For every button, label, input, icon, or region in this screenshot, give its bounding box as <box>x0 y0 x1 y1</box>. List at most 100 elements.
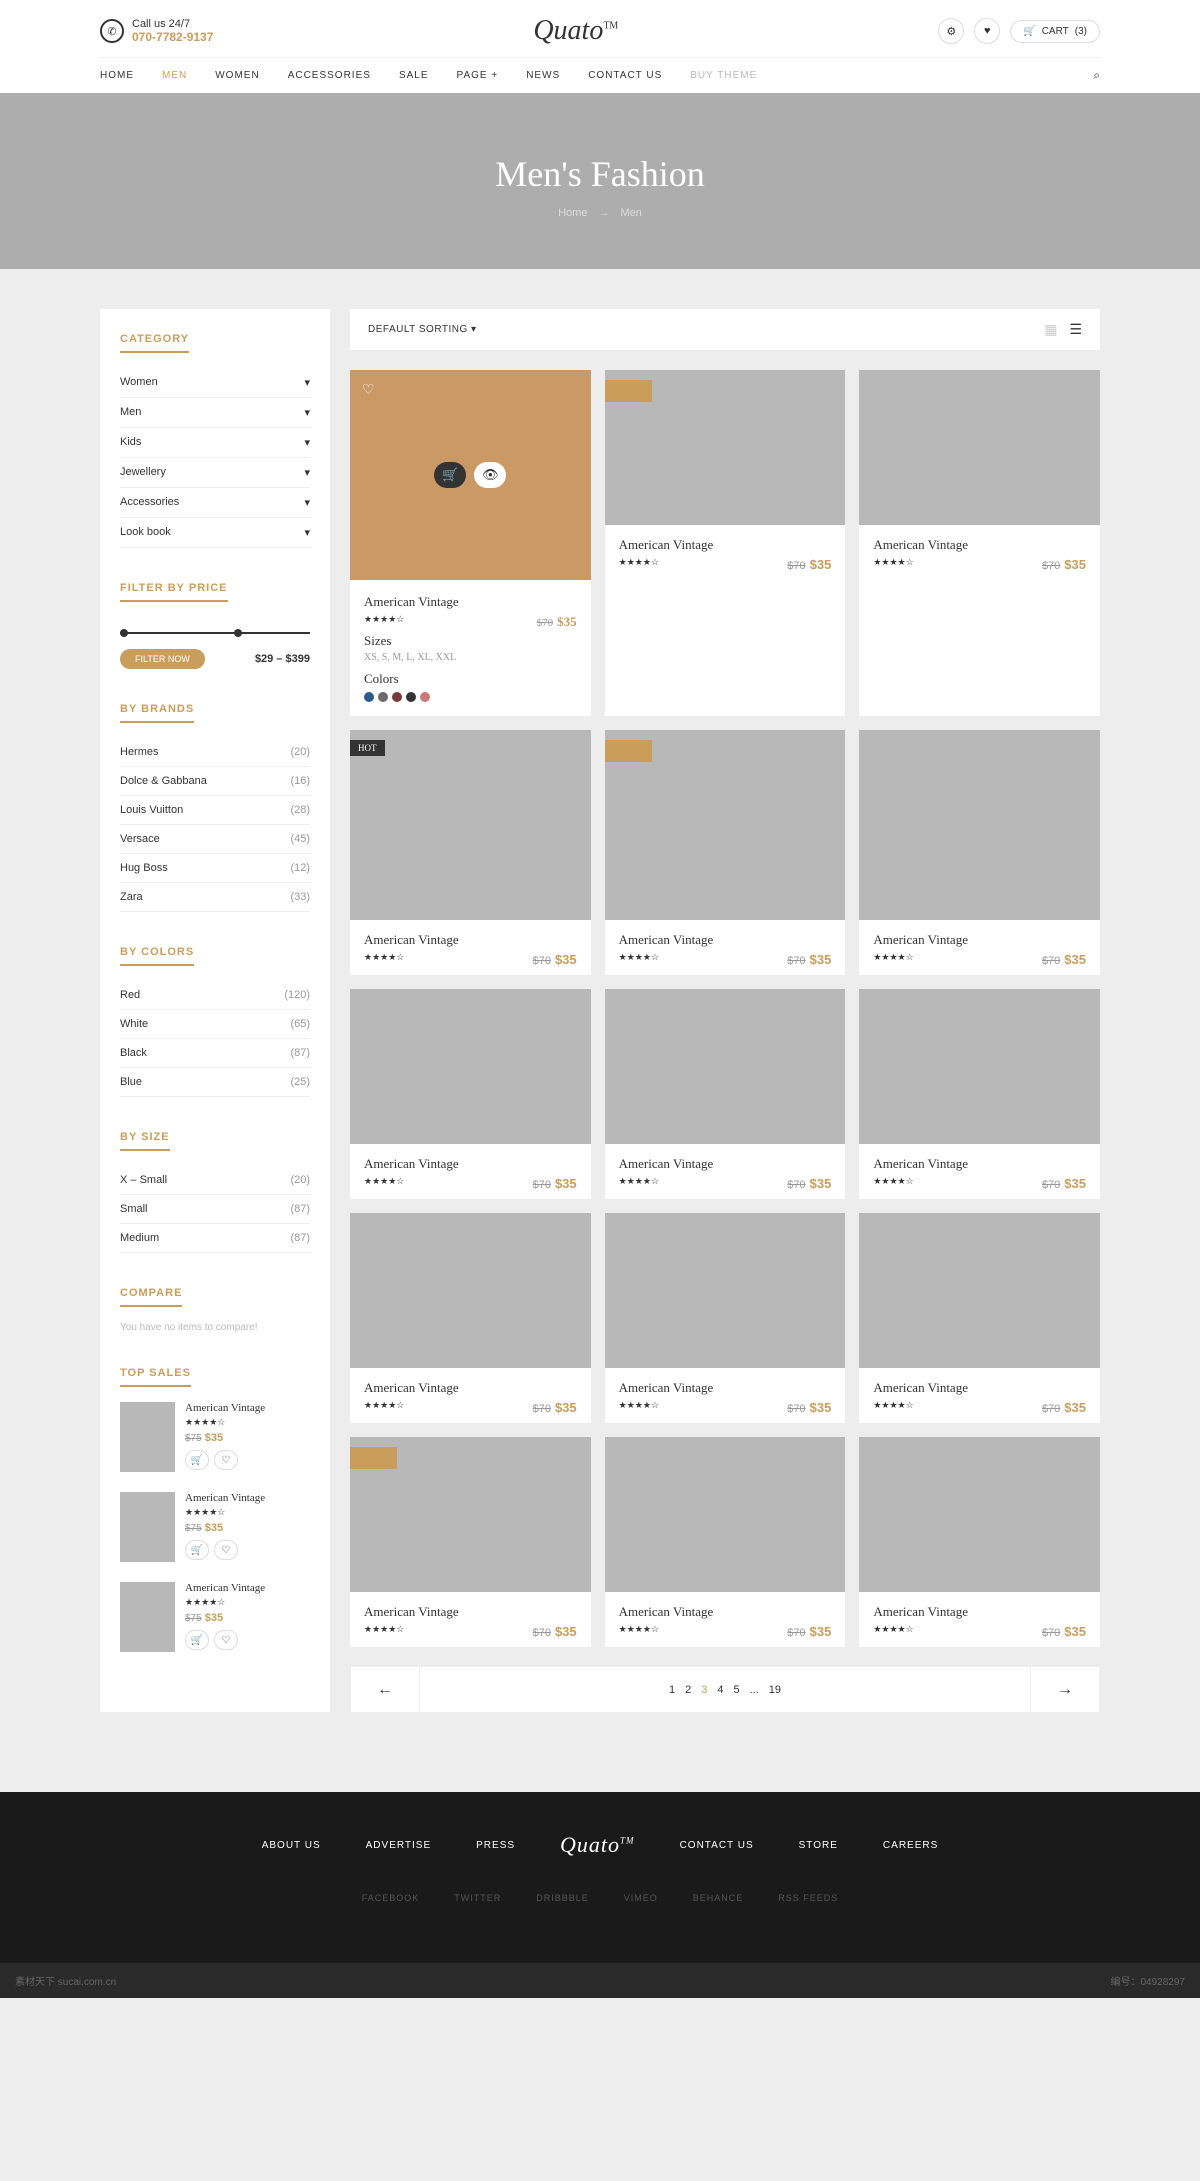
nav-accessories[interactable]: ACCESSORIES <box>288 70 371 81</box>
category-item[interactable]: Look book▾ <box>120 518 310 548</box>
product-card[interactable]: American Vintage ★★★★☆ $70$35 <box>859 730 1100 975</box>
page-number[interactable]: 5 <box>733 1684 739 1696</box>
category-item[interactable]: Women▾ <box>120 368 310 398</box>
size-filter[interactable]: Small(87) <box>120 1195 310 1224</box>
brand-filter[interactable]: Hermes(20) <box>120 738 310 767</box>
nav-women[interactable]: WOMEN <box>215 70 259 81</box>
price-slider[interactable] <box>120 632 310 634</box>
wishlist-icon[interactable]: ♥ <box>974 18 1000 44</box>
product-card[interactable]: HOT American Vintage ★★★★☆ $70$35 <box>350 730 591 975</box>
top-sale-item[interactable]: American Vintage ★★★★☆ $75 $35 🛒 ♡ <box>120 1492 310 1562</box>
footer-store[interactable]: STORE <box>799 1840 838 1851</box>
page-number[interactable]: ... <box>750 1684 759 1696</box>
footer-careers[interactable]: CAREERS <box>883 1840 938 1851</box>
size-filter[interactable]: X – Small(20) <box>120 1166 310 1195</box>
product-card[interactable]: NEW American Vintage ★★★★☆ $70$35 <box>605 730 846 975</box>
top-sale-image <box>120 1492 175 1562</box>
social-link[interactable]: BEHANCE <box>693 1893 744 1903</box>
heart-icon[interactable]: ♡ <box>362 382 375 399</box>
brand-filter[interactable]: Dolce & Gabbana(16) <box>120 767 310 796</box>
category-title: CATEGORY <box>120 333 189 353</box>
nav-sale[interactable]: SALE <box>399 70 429 81</box>
color-filter[interactable]: Red(120) <box>120 981 310 1010</box>
product-card[interactable]: American Vintage ★★★★☆ $70$35 <box>605 1437 846 1647</box>
size-filter[interactable]: Medium(87) <box>120 1224 310 1253</box>
category-item[interactable]: Jewellery▾ <box>120 458 310 488</box>
add-cart-icon[interactable]: 🛒 <box>185 1630 209 1650</box>
product-card[interactable]: American Vintage ★★★★☆ $70$35 <box>859 989 1100 1199</box>
category-item[interactable]: Kids▾ <box>120 428 310 458</box>
category-item[interactable]: Men▾ <box>120 398 310 428</box>
phone-number[interactable]: 070-7782-9137 <box>132 30 213 44</box>
top-sale-image <box>120 1582 175 1652</box>
search-icon[interactable]: ⌕ <box>1093 68 1100 83</box>
add-cart-icon[interactable]: 🛒 <box>185 1540 209 1560</box>
social-link[interactable]: DRIBBBLE <box>536 1893 589 1903</box>
product-card[interactable]: American Vintage ★★★★☆ $70$35 <box>350 1213 591 1423</box>
product-card[interactable]: American Vintage ★★★★☆ $70$35 <box>605 1213 846 1423</box>
brand-filter[interactable]: Zara(33) <box>120 883 310 912</box>
nav-men[interactable]: MEN <box>162 70 187 81</box>
product-card[interactable]: American Vintage ★★★★☆ $70$35 <box>859 1437 1100 1647</box>
footer-logo[interactable]: QuatoTM <box>560 1832 635 1858</box>
filter-button[interactable]: FILTER NOW <box>120 649 205 669</box>
nav-buy-theme[interactable]: BUY THEME <box>690 70 757 81</box>
footer-contact[interactable]: CONTACT US <box>680 1840 754 1851</box>
color-filter[interactable]: Black(87) <box>120 1039 310 1068</box>
social-link[interactable]: RSS FEEDS <box>778 1893 838 1903</box>
product-card[interactable]: NEW American Vintage ★★★★☆ $70$35 <box>350 1437 591 1647</box>
list-view-icon[interactable]: ☰ <box>1069 321 1082 338</box>
add-cart-icon[interactable]: 🛒 <box>185 1450 209 1470</box>
wishlist-icon[interactable]: ♡ <box>214 1630 238 1650</box>
price-filter-title: FILTER BY PRICE <box>120 582 228 602</box>
next-page[interactable]: → <box>1030 1667 1100 1712</box>
footer-press[interactable]: PRESS <box>476 1840 515 1851</box>
settings-icon[interactable]: ⚙ <box>938 18 964 44</box>
product-card[interactable]: American Vintage ★★★★☆ $70$35 <box>605 989 846 1199</box>
page-number[interactable]: 4 <box>717 1684 723 1696</box>
product-card[interactable]: American Vintage ★★★★☆ $70$35 <box>859 1213 1100 1423</box>
brand-filter[interactable]: Versace(45) <box>120 825 310 854</box>
top-sale-item[interactable]: American Vintage ★★★★☆ $75 $35 🛒 ♡ <box>120 1582 310 1652</box>
social-link[interactable]: FACEBOOK <box>362 1893 420 1903</box>
brands-title: BY BRANDS <box>120 703 194 723</box>
page-number[interactable]: 3 <box>701 1684 707 1696</box>
footer-about[interactable]: ABOUT US <box>262 1840 321 1851</box>
crumb-home[interactable]: Home <box>558 207 587 219</box>
top-sale-item[interactable]: American Vintage ★★★★☆ $75 $35 🛒 ♡ <box>120 1402 310 1472</box>
wishlist-icon[interactable]: ♡ <box>214 1450 238 1470</box>
category-item[interactable]: Accessories▾ <box>120 488 310 518</box>
page-number[interactable]: 19 <box>769 1684 781 1696</box>
price-range: $29 – $399 <box>255 653 310 665</box>
nav-home[interactable]: HOME <box>100 70 134 81</box>
clock-icon: ✆ <box>100 19 124 43</box>
page-number[interactable]: 2 <box>685 1684 691 1696</box>
product-card-featured[interactable]: ♡ 🛒 👁 American Vintage ★★★★☆ $70$35 Size… <box>350 370 591 716</box>
color-filter[interactable]: Blue(25) <box>120 1068 310 1097</box>
brand-filter[interactable]: Hug Boss(12) <box>120 854 310 883</box>
wishlist-icon[interactable]: ♡ <box>214 1540 238 1560</box>
add-to-cart-icon[interactable]: 🛒 <box>434 462 466 488</box>
logo[interactable]: QuatoTM <box>533 15 618 47</box>
compare-message: You have no items to compare! <box>120 1322 310 1333</box>
cart-button[interactable]: 🛒 CART (3) <box>1010 20 1100 43</box>
footer-advertise[interactable]: ADVERTISE <box>366 1840 432 1851</box>
color-filter[interactable]: White(65) <box>120 1010 310 1039</box>
nav-contact[interactable]: CONTACT US <box>588 70 662 81</box>
product-card[interactable]: American Vintage ★★★★☆ $70$35 <box>350 989 591 1199</box>
brand-filter[interactable]: Louis Vuitton(28) <box>120 796 310 825</box>
product-card[interactable]: American Vintage ★★★★☆ $70$35 <box>859 370 1100 716</box>
quickview-icon[interactable]: 👁 <box>474 462 506 488</box>
social-link[interactable]: TWITTER <box>454 1893 501 1903</box>
sort-dropdown[interactable]: DEFAULT SORTING ▾ <box>368 324 477 335</box>
hot-badge: HOT <box>350 740 385 756</box>
grid-view-icon[interactable]: ▦ <box>1044 321 1057 338</box>
page-number[interactable]: 1 <box>669 1684 675 1696</box>
nav-news[interactable]: NEWS <box>526 70 560 81</box>
nav-page[interactable]: PAGE + <box>457 70 499 81</box>
top-sale-image <box>120 1402 175 1472</box>
call-us: ✆ Call us 24/7 070-7782-9137 <box>100 18 213 44</box>
product-card[interactable]: NEW American Vintage ★★★★☆ $70$35 <box>605 370 846 716</box>
prev-page[interactable]: ← <box>350 1667 420 1712</box>
social-link[interactable]: VIMEO <box>624 1893 658 1903</box>
